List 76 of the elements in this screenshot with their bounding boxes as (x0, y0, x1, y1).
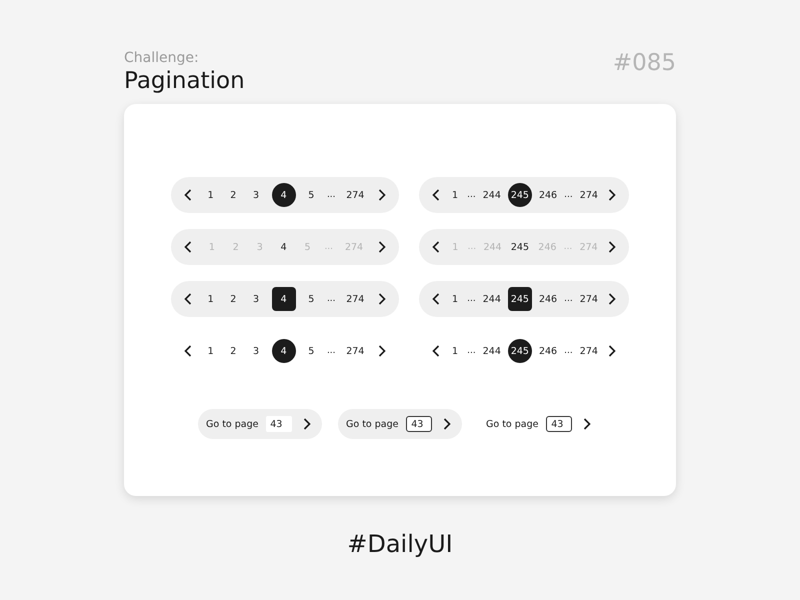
page-button[interactable]: 1 (204, 339, 218, 363)
page-button[interactable]: 5 (304, 183, 318, 207)
page-button[interactable]: 274 (578, 183, 600, 207)
chevron-right-icon (378, 241, 386, 253)
ellipsis: ... (326, 190, 336, 200)
ellipsis: ... (564, 346, 573, 356)
page-button[interactable]: 4 (272, 183, 296, 207)
challenge-label: Challenge: (124, 50, 200, 66)
chevron-left-icon (184, 189, 192, 201)
go-to-page-label: Go to page (346, 418, 398, 430)
page-button[interactable]: 1 (204, 287, 218, 311)
page-button[interactable]: 1 (448, 287, 462, 311)
ellipsis: ... (467, 294, 476, 304)
ellipsis: ... (467, 346, 476, 356)
page-button[interactable]: 244 (480, 183, 503, 207)
page-button[interactable]: 274 (578, 287, 600, 311)
go-to-page-label: Go to page (486, 418, 538, 430)
page-button[interactable]: 274 (344, 339, 366, 363)
page-button[interactable]: 244 (480, 339, 503, 363)
ellipsis: ... (564, 294, 573, 304)
chevron-right-icon (302, 418, 311, 430)
page-button[interactable]: 5 (304, 339, 318, 363)
page-number-field[interactable]: 43 (546, 416, 572, 432)
ellipsis: ... (468, 242, 476, 252)
page-button[interactable]: 3 (248, 287, 263, 311)
page-button[interactable]: 246 (536, 183, 560, 207)
page-button[interactable]: 245 (508, 235, 531, 259)
chevron-right-icon (582, 418, 591, 430)
page-button[interactable]: 1 (204, 183, 218, 207)
page-button[interactable]: 274 (344, 183, 366, 207)
page-number-field[interactable]: 43 (406, 416, 432, 432)
page-button[interactable]: 2 (226, 339, 240, 363)
page-button[interactable]: 244 (480, 287, 503, 311)
page-button[interactable]: 2 (226, 183, 240, 207)
chevron-right-icon (442, 418, 451, 430)
page-button[interactable]: 246 (536, 287, 560, 311)
page-button[interactable]: 1 (448, 339, 462, 363)
go-to-page-label: Go to page (206, 418, 258, 430)
chevron-right-icon (378, 345, 386, 357)
page-button[interactable]: 1 (448, 183, 462, 207)
page-button[interactable]: 5 (304, 287, 318, 311)
chevron-right-icon (608, 241, 616, 253)
chevron-left-icon (432, 189, 440, 201)
chevron-right-icon (608, 345, 616, 357)
chevron-right-icon (608, 293, 616, 305)
page-button[interactable]: 3 (248, 339, 263, 363)
chevron-left-icon (184, 345, 192, 357)
page-button[interactable]: 274 (344, 287, 366, 311)
page-button[interactable]: 4 (276, 235, 291, 259)
page-button[interactable]: 274 (578, 339, 600, 363)
page-button[interactable]: 245 (508, 287, 532, 311)
chevron-left-icon (184, 293, 192, 305)
ellipsis: ... (326, 346, 336, 356)
chevron-right-icon (378, 189, 386, 201)
ellipsis: ... (326, 294, 336, 304)
ellipsis: ... (324, 242, 334, 252)
chevron-left-icon (432, 241, 440, 253)
challenge-number: #085 (612, 50, 676, 76)
chevron-left-icon (432, 345, 440, 357)
chevron-left-icon (432, 293, 440, 305)
page-title: Pagination (124, 68, 245, 94)
page-number-field[interactable]: 43 (266, 416, 292, 432)
daily-ui-hashtag: #DailyUI (347, 530, 453, 558)
page-button[interactable]: 246 (536, 339, 560, 363)
ellipsis: ... (564, 242, 572, 252)
ellipsis: ... (564, 190, 573, 200)
ellipsis: ... (467, 190, 476, 200)
page-button[interactable]: 2 (226, 287, 240, 311)
page-button[interactable]: 3 (248, 183, 263, 207)
page-button[interactable]: 4 (272, 339, 296, 363)
chevron-right-icon (378, 293, 386, 305)
page-button[interactable]: 245 (508, 183, 532, 207)
page-button[interactable]: 245 (508, 339, 532, 363)
page-button[interactable]: 4 (272, 287, 296, 311)
chevron-right-icon (608, 189, 616, 201)
chevron-left-icon (184, 241, 192, 253)
